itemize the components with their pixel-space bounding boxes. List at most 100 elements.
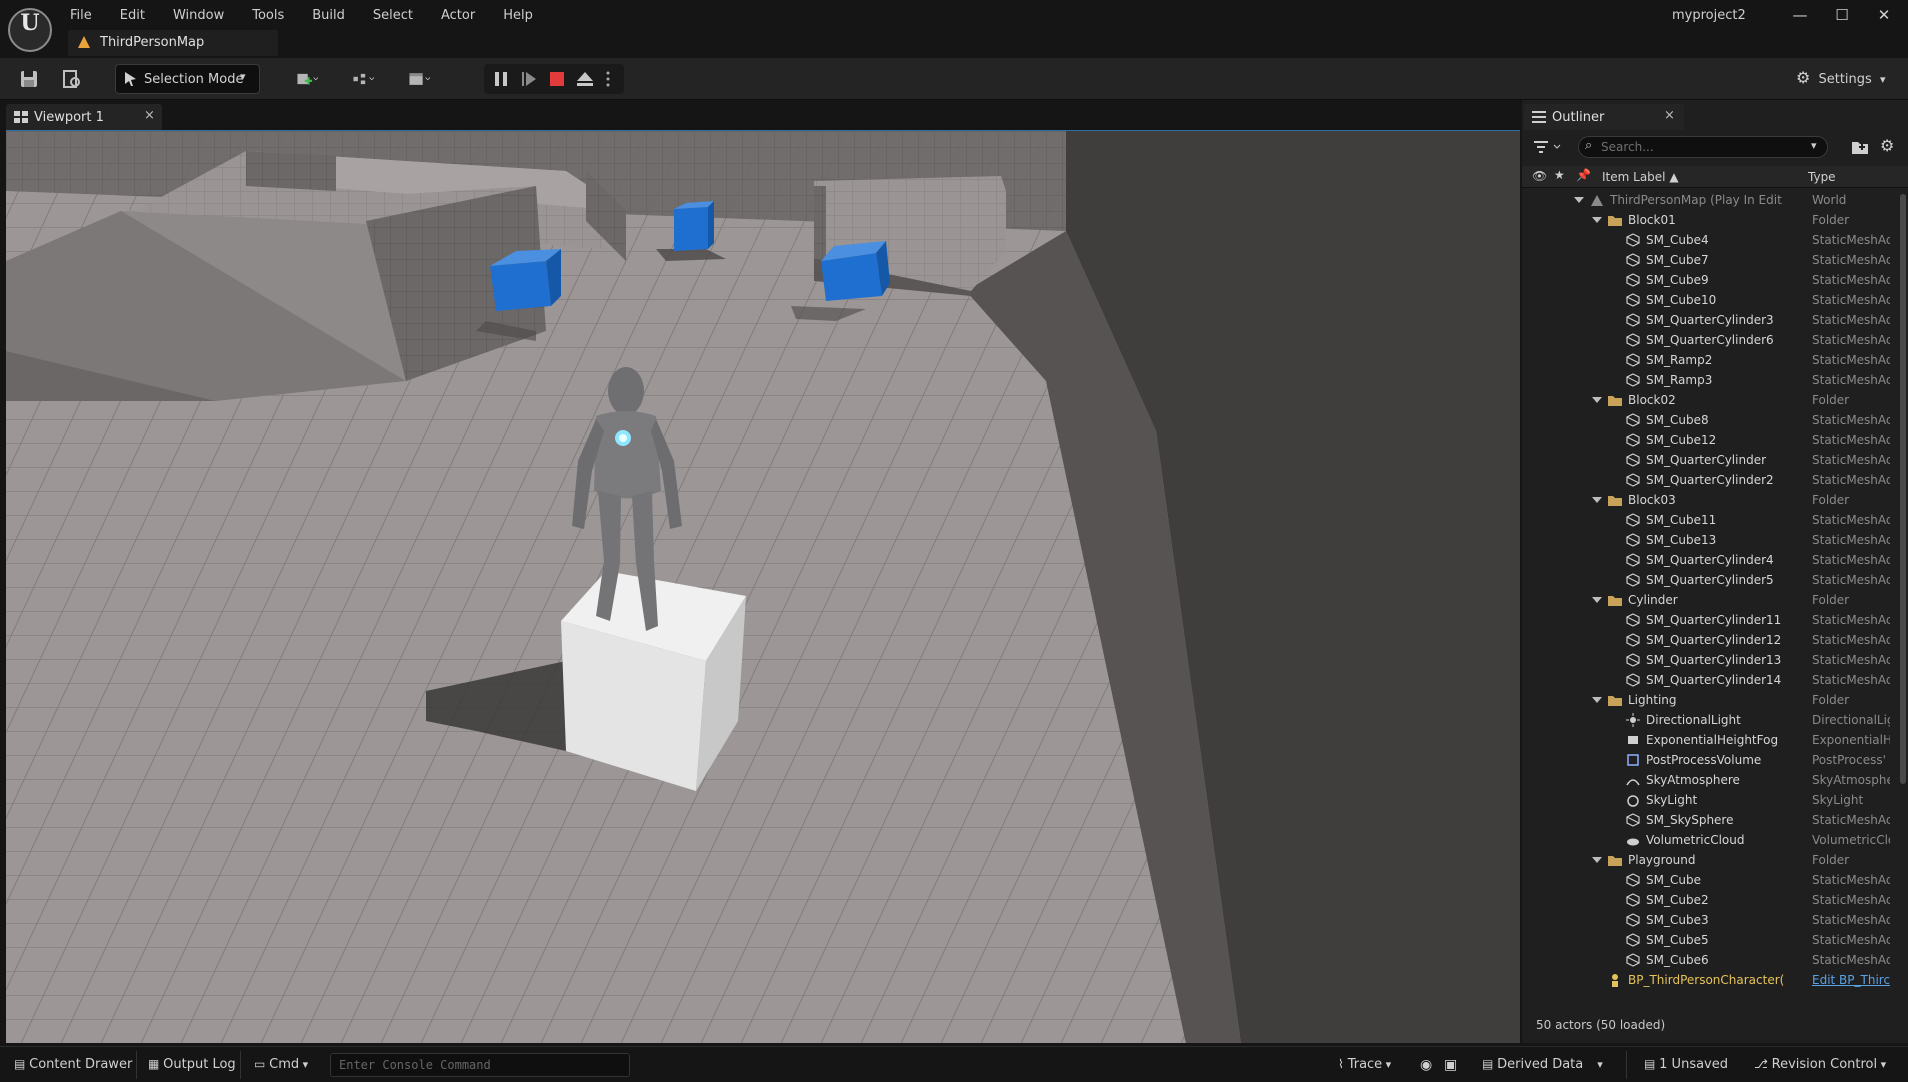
expand-arrow-icon[interactable]	[1592, 394, 1602, 404]
content-drawer-button[interactable]: ▤ Content Drawer	[14, 1057, 132, 1072]
outliner-row[interactable]: SM_Cube10 StaticMeshAc	[1522, 290, 1900, 310]
menu-file[interactable]: File	[70, 6, 92, 23]
browse-level-icon[interactable]	[60, 68, 82, 90]
filter-icon[interactable]	[1534, 140, 1564, 154]
outliner-row[interactable]: SM_Ramp2 StaticMeshAc	[1522, 350, 1900, 370]
menu-select[interactable]: Select	[373, 6, 413, 23]
outliner-row[interactable]: BP_ThirdPersonGameModEdit BP_Thirc	[1522, 990, 1900, 992]
expand-arrow-icon[interactable]	[1592, 494, 1602, 504]
outliner-row[interactable]: SM_QuarterCylinder14 StaticMeshAc	[1522, 670, 1900, 690]
outliner-folder-row[interactable]: Block03 Folder	[1522, 490, 1900, 510]
tab-outliner[interactable]: Outliner ×	[1524, 104, 1684, 130]
outliner-row[interactable]: SM_Cube11 StaticMeshAc	[1522, 510, 1900, 530]
outliner-row[interactable]: SkyLight SkyLight	[1522, 790, 1900, 810]
trace-dropdown[interactable]: ⌇ Trace ▾	[1338, 1057, 1391, 1072]
outliner-row[interactable]: SM_QuarterCylinder StaticMeshAc	[1522, 450, 1900, 470]
add-actor-icon[interactable]	[296, 68, 318, 90]
outliner-row[interactable]: SM_QuarterCylinder2 StaticMeshAc	[1522, 470, 1900, 490]
outliner-row[interactable]: VolumetricCloud VolumetricClo	[1522, 830, 1900, 850]
outliner-row[interactable]: SM_Cube9 StaticMeshAc	[1522, 270, 1900, 290]
menu-build[interactable]: Build	[312, 6, 345, 23]
expand-arrow-icon[interactable]	[1592, 594, 1602, 604]
selection-mode-dropdown[interactable]: Selection Mode ▾	[115, 64, 260, 94]
outliner-row[interactable]: SM_QuarterCylinder6 StaticMeshAc	[1522, 330, 1900, 350]
outliner-row[interactable]: SM_Cube3 StaticMeshAc	[1522, 910, 1900, 930]
outliner-row[interactable]: SM_QuarterCylinder4 StaticMeshAc	[1522, 550, 1900, 570]
close-window-button[interactable]: ✕	[1872, 4, 1896, 26]
expand-arrow-icon[interactable]	[1574, 194, 1584, 204]
column-item-label[interactable]: Item Label ▲	[1602, 170, 1679, 184]
level-viewport[interactable]	[6, 130, 1520, 1043]
outliner-row[interactable]: SM_Cube6 StaticMeshAc	[1522, 950, 1900, 970]
unsaved-button[interactable]: ▤ 1 Unsaved	[1644, 1057, 1728, 1072]
save-icon[interactable]	[18, 68, 40, 90]
outliner-row[interactable]: SM_QuarterCylinder11 StaticMeshAc	[1522, 610, 1900, 630]
column-type[interactable]: Type	[1808, 170, 1836, 184]
cinematics-icon[interactable]	[408, 68, 430, 90]
step-frame-icon[interactable]	[520, 70, 538, 88]
outliner-folder-row[interactable]: Block02 Folder	[1522, 390, 1900, 410]
pin-icon[interactable]: 📌	[1576, 168, 1591, 182]
outliner-row[interactable]: PostProcessVolume PostProcess'	[1522, 750, 1900, 770]
outliner-row[interactable]: ExponentialHeightFog ExponentialH	[1522, 730, 1900, 750]
outliner-folder-row[interactable]: Lighting Folder	[1522, 690, 1900, 710]
more-options-icon[interactable]	[604, 70, 612, 88]
close-icon[interactable]: ×	[144, 108, 155, 123]
menu-help[interactable]: Help	[503, 6, 533, 23]
outliner-scrollbar[interactable]	[1900, 194, 1906, 784]
log-icon: ▦	[148, 1057, 164, 1071]
menu-edit[interactable]: Edit	[120, 6, 145, 23]
outliner-row[interactable]: DirectionalLight DirectionalLig	[1522, 710, 1900, 730]
expand-arrow-icon[interactable]	[1592, 214, 1602, 224]
outliner-row[interactable]: SM_QuarterCylinder3 StaticMeshAc	[1522, 310, 1900, 330]
derived-data-dropdown[interactable]: ▤ Derived Data ▾	[1482, 1057, 1603, 1072]
gear-icon[interactable]: ⚙	[1880, 136, 1894, 155]
revision-control-dropdown[interactable]: ⎇ Revision Control ▾	[1754, 1057, 1886, 1072]
settings-button[interactable]: ⚙ Settings ▾	[1796, 68, 1885, 87]
menu-tools[interactable]: Tools	[252, 6, 284, 23]
screenshot-icon[interactable]: ▣	[1444, 1057, 1457, 1073]
output-log-button[interactable]: ▦ Output Log	[148, 1057, 236, 1072]
pause-icon[interactable]	[492, 70, 510, 88]
outliner-folder-row[interactable]: Cylinder Folder	[1522, 590, 1900, 610]
eject-icon[interactable]	[576, 70, 594, 88]
cmd-dropdown[interactable]: ▭ Cmd ▾	[254, 1057, 308, 1072]
visibility-eye-icon[interactable]: 👁	[1532, 169, 1547, 183]
outliner-folder-row[interactable]: Playground Folder	[1522, 850, 1900, 870]
close-icon[interactable]: ×	[1664, 108, 1675, 123]
outliner-row[interactable]: SM_Cube12 StaticMeshAc	[1522, 430, 1900, 450]
edit-blueprint-link[interactable]: Edit BP_Thirc	[1812, 973, 1890, 987]
outliner-row[interactable]: BP_ThirdPersonCharacter(Edit BP_Thirc	[1522, 970, 1900, 990]
record-icon[interactable]: ◉	[1420, 1057, 1432, 1073]
outliner-row[interactable]: SM_Cube13 StaticMeshAc	[1522, 530, 1900, 550]
expand-arrow-icon[interactable]	[1592, 694, 1602, 704]
star-icon[interactable]: ★	[1554, 168, 1565, 182]
outliner-row[interactable]: SM_Cube StaticMeshAc	[1522, 870, 1900, 890]
outliner-row[interactable]: SkyAtmosphere SkyAtmosphe	[1522, 770, 1900, 790]
stop-icon[interactable]	[548, 70, 566, 88]
outliner-row[interactable]: SM_QuarterCylinder13 StaticMeshAc	[1522, 650, 1900, 670]
add-folder-icon[interactable]	[1852, 140, 1868, 154]
outliner-row[interactable]: SM_Ramp3 StaticMeshAc	[1522, 370, 1900, 390]
outliner-row[interactable]: SM_SkySphere StaticMeshAc	[1522, 810, 1900, 830]
outliner-search-input[interactable]: ⌕ Search... ▾	[1578, 136, 1828, 158]
expand-arrow-icon[interactable]	[1592, 854, 1602, 864]
outliner-row[interactable]: SM_Cube8 StaticMeshAc	[1522, 410, 1900, 430]
tab-viewport-1[interactable]: Viewport 1 ×	[6, 104, 162, 130]
outliner-folder-row[interactable]: Block01 Folder	[1522, 210, 1900, 230]
outliner-row[interactable]: SM_Cube4 StaticMeshAc	[1522, 230, 1900, 250]
maximize-button[interactable]: ☐	[1830, 4, 1854, 26]
minimize-button[interactable]: —	[1788, 4, 1812, 26]
menu-window[interactable]: Window	[173, 6, 224, 23]
map-tab[interactable]: ThirdPersonMap	[68, 30, 278, 56]
outliner-row[interactable]: SM_Cube7 StaticMeshAc	[1522, 250, 1900, 270]
outliner-row[interactable]: SM_Cube2 StaticMeshAc	[1522, 890, 1900, 910]
menu-actor[interactable]: Actor	[441, 6, 475, 23]
outliner-row[interactable]: ThirdPersonMap (Play In Edit World	[1522, 190, 1900, 210]
outliner-row[interactable]: SM_Cube5 StaticMeshAc	[1522, 930, 1900, 950]
outliner-row[interactable]: SM_QuarterCylinder12 StaticMeshAc	[1522, 630, 1900, 650]
outliner-row[interactable]: SM_QuarterCylinder5 StaticMeshAc	[1522, 570, 1900, 590]
blueprint-icon[interactable]	[352, 68, 374, 90]
unreal-logo-icon[interactable]: U	[8, 8, 52, 52]
console-command-input[interactable]: Enter Console Command	[330, 1053, 630, 1077]
